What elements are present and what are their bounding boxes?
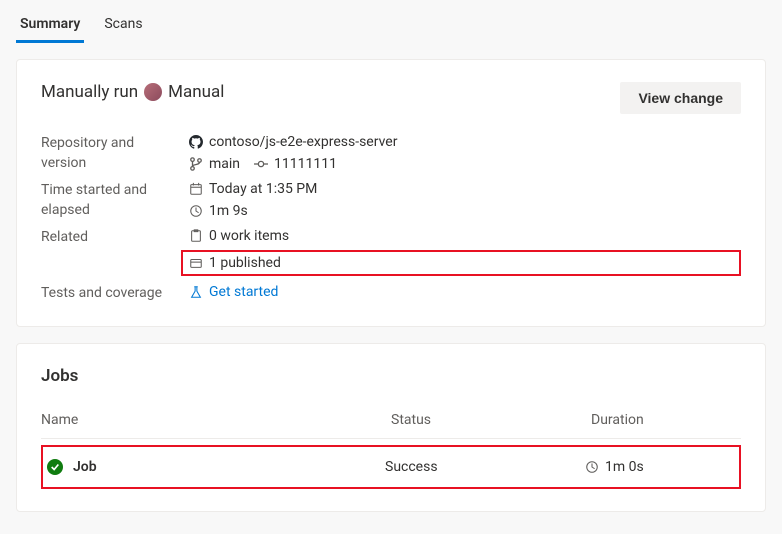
repo-row[interactable]: contoso/js-e2e-express-server xyxy=(189,134,741,150)
run-title: Manually run Manual xyxy=(41,82,224,102)
jobs-title: Jobs xyxy=(41,366,741,386)
artifact-icon xyxy=(189,256,203,270)
job-name: Job xyxy=(73,459,97,475)
related-label: Related xyxy=(41,228,181,276)
job-duration: 1m 0s xyxy=(605,459,644,475)
commit-group[interactable]: 11111111 xyxy=(254,156,337,172)
branch-group[interactable]: main xyxy=(189,156,240,172)
tab-summary[interactable]: Summary xyxy=(16,8,84,43)
get-started-row[interactable]: Get started xyxy=(189,284,741,300)
flask-icon xyxy=(189,285,203,299)
details-grid: Repository and version contoso/js-e2e-ex… xyxy=(41,134,741,304)
repo-values: contoso/js-e2e-express-server main 11111… xyxy=(189,134,741,173)
run-prefix: Manually run xyxy=(41,82,138,102)
work-items-row[interactable]: 0 work items xyxy=(189,228,741,244)
tab-scans[interactable]: Scans xyxy=(100,8,146,43)
col-status: Status xyxy=(391,412,591,428)
github-icon xyxy=(189,135,203,149)
clock-icon xyxy=(189,204,203,218)
col-name: Name xyxy=(41,412,391,428)
success-icon xyxy=(47,459,63,475)
published-value[interactable]: 1 published xyxy=(209,255,281,271)
elapsed-value: 1m 9s xyxy=(209,203,248,219)
branch-icon xyxy=(189,157,203,171)
summary-card: Manually run Manual View change Reposito… xyxy=(16,59,766,327)
job-status: Success xyxy=(385,459,585,475)
summary-header: Manually run Manual View change xyxy=(41,82,741,114)
job-duration-cell: 1m 0s xyxy=(585,459,735,475)
run-suffix: Manual xyxy=(168,82,224,102)
tests-label: Tests and coverage xyxy=(41,284,181,304)
time-label: Time started and elapsed xyxy=(41,181,181,220)
repo-label: Repository and version xyxy=(41,134,181,173)
col-duration: Duration xyxy=(591,412,741,428)
view-change-button[interactable]: View change xyxy=(620,82,741,114)
repo-name: contoso/js-e2e-express-server xyxy=(209,134,397,150)
related-values: 0 work items 1 published xyxy=(189,228,741,276)
commit-hash: 11111111 xyxy=(274,156,337,172)
elapsed-row: 1m 9s xyxy=(189,203,741,219)
clock-icon xyxy=(585,460,599,474)
work-items-value: 0 work items xyxy=(209,228,289,244)
avatar xyxy=(144,83,162,101)
job-name-cell: Job xyxy=(47,459,385,475)
published-highlight: 1 published xyxy=(181,250,741,276)
jobs-table: Name Status Duration Job Success 1m 0s xyxy=(41,404,741,489)
branch-commit-row: main 11111111 xyxy=(189,156,741,172)
jobs-card: Jobs Name Status Duration Job Success 1m… xyxy=(16,343,766,512)
calendar-icon xyxy=(189,182,203,196)
get-started-link[interactable]: Get started xyxy=(209,284,278,300)
table-row[interactable]: Job Success 1m 0s xyxy=(41,445,741,489)
jobs-header-row: Name Status Duration xyxy=(41,404,741,439)
tab-bar: Summary Scans xyxy=(0,0,782,43)
commit-icon xyxy=(254,157,268,171)
time-started-row: Today at 1:35 PM xyxy=(189,181,741,197)
clipboard-icon xyxy=(189,229,203,243)
time-values: Today at 1:35 PM 1m 9s xyxy=(189,181,741,220)
tests-values: Get started xyxy=(189,284,741,304)
time-started-value: Today at 1:35 PM xyxy=(209,181,317,197)
branch-name: main xyxy=(209,156,240,172)
